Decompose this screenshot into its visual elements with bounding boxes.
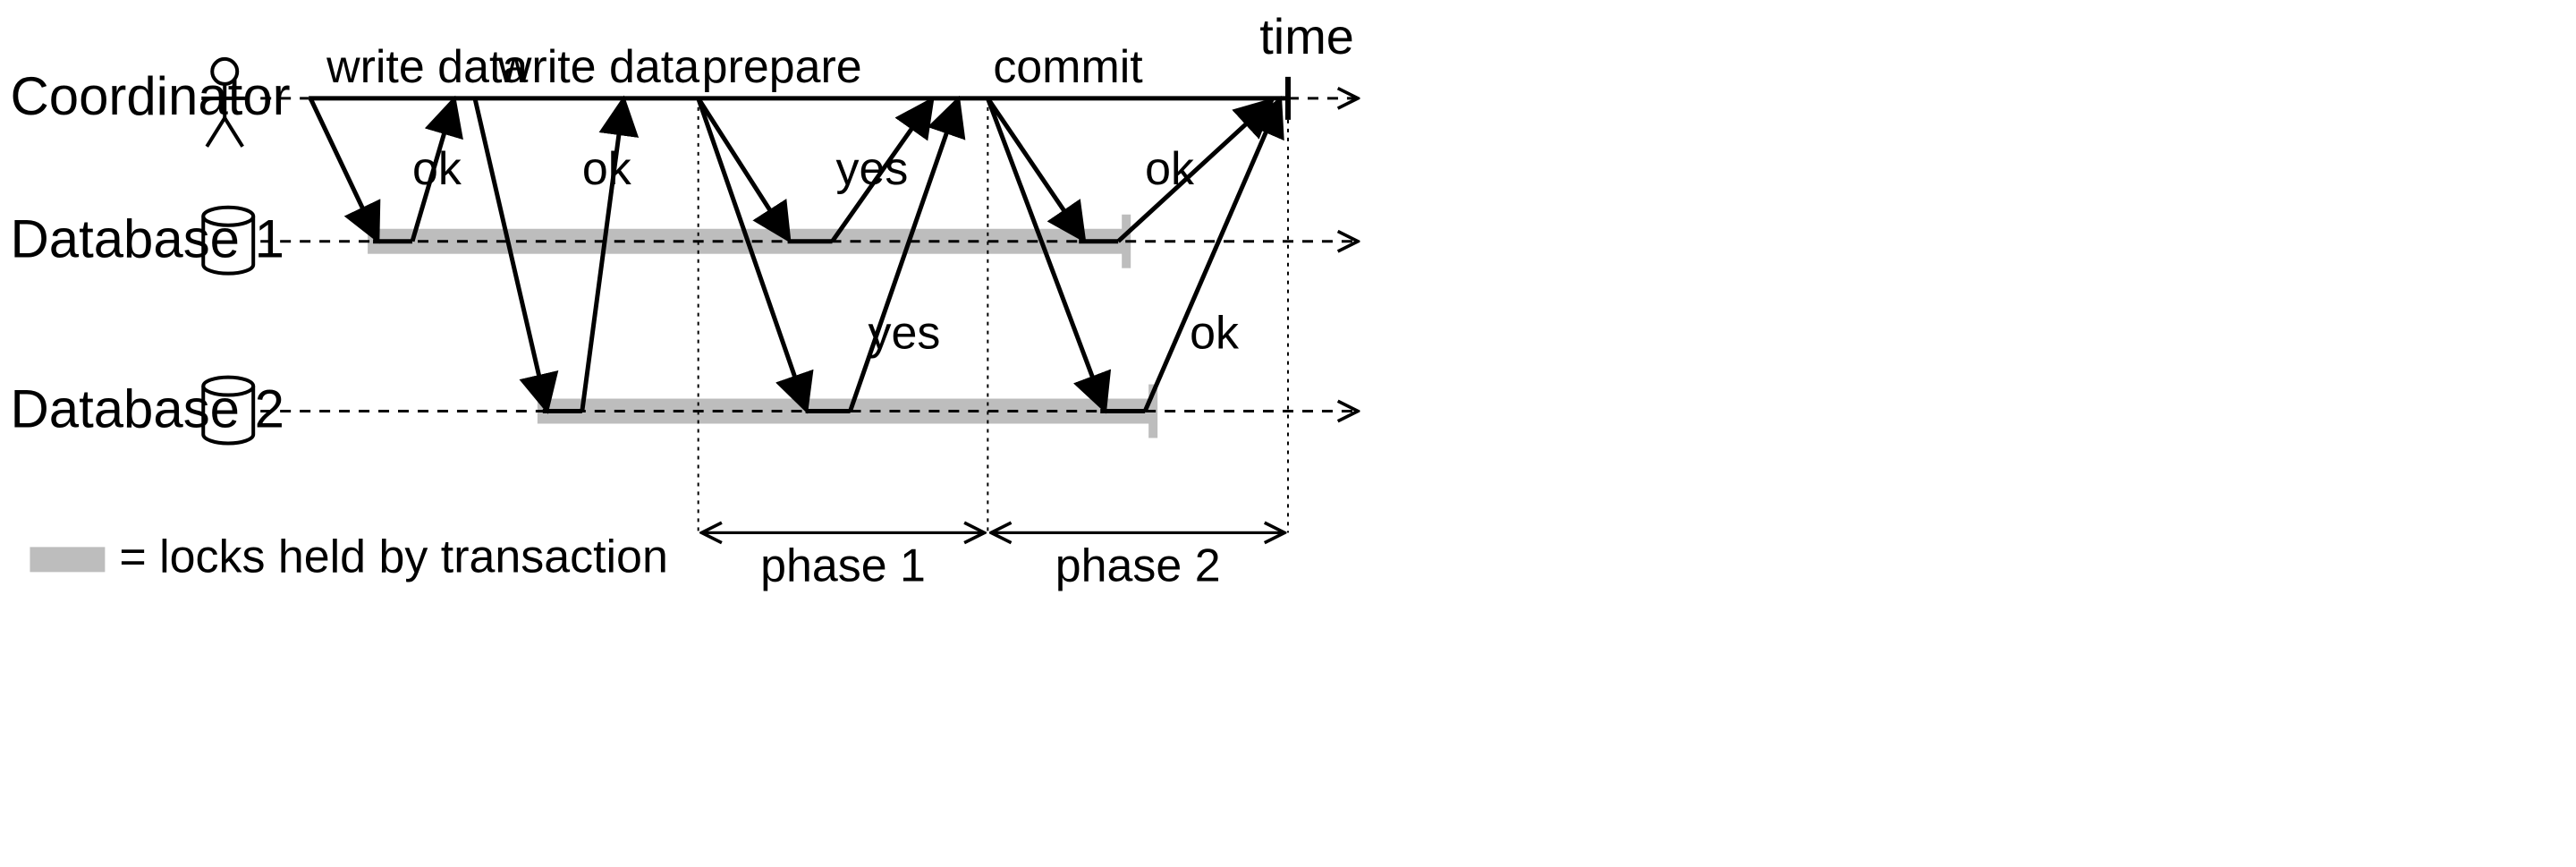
yes-1-label: yes bbox=[836, 143, 909, 195]
write-data-2-label: write data bbox=[497, 41, 699, 93]
message-labels: write data write data prepare commit ok … bbox=[326, 41, 1240, 360]
phase-1-label: phase 1 bbox=[760, 540, 926, 591]
time-axis-label: time bbox=[1259, 8, 1354, 64]
ok-4-label: ok bbox=[1190, 308, 1240, 360]
prepare-label: prepare bbox=[702, 41, 862, 93]
two-phase-commit-diagram: Coordinator Database 1 Database 2 bbox=[0, 0, 2576, 867]
legend-text: = locks held by transaction bbox=[119, 531, 668, 582]
phase-2-label: phase 2 bbox=[1055, 540, 1221, 591]
db1-lane: Database 1 bbox=[10, 208, 1355, 274]
ok-1-label: ok bbox=[412, 143, 462, 195]
lock-bars bbox=[368, 215, 1157, 438]
coordinator-label: Coordinator bbox=[10, 66, 290, 126]
legend: = locks held by transaction bbox=[30, 531, 667, 582]
ok-3-label: ok bbox=[1145, 143, 1195, 195]
yes-2-label: yes bbox=[868, 308, 940, 360]
ok-2-label: ok bbox=[582, 143, 632, 195]
commit-label: commit bbox=[993, 41, 1143, 93]
